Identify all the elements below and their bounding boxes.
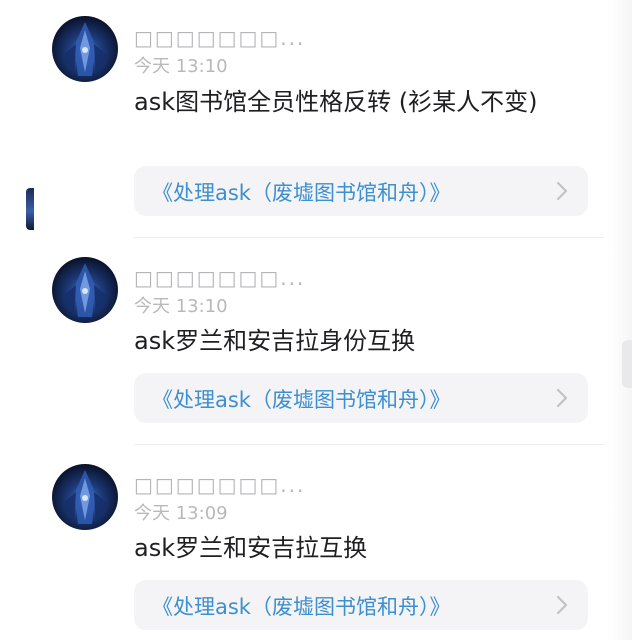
user-avatar[interactable] [52, 257, 118, 323]
user-avatar[interactable] [52, 464, 118, 530]
post-content: ask罗兰和安吉拉身份互换 [134, 327, 416, 355]
post-time: 今天 13:10 [134, 296, 228, 317]
post-content: ask罗兰和安吉拉互换 [134, 534, 368, 562]
left-edge-artifact [0, 150, 34, 230]
linked-work-card[interactable]: 《处理ask（废墟图书馆和舟）》 [134, 580, 588, 630]
post-divider [134, 237, 604, 238]
user-avatar[interactable] [52, 16, 118, 82]
username[interactable]: □□□□□□□... [134, 473, 305, 497]
post-time: 今天 13:09 [134, 503, 228, 524]
feed-page: □□□□□□□... 今天 13:10 ask图书馆全员性格反转 (衫某人不变)… [0, 0, 640, 640]
linked-work-card[interactable]: 《处理ask（废墟图书馆和舟）》 [134, 166, 588, 216]
linked-work-title: 《处理ask（废墟图书馆和舟）》 [152, 181, 451, 205]
linked-work-card[interactable]: 《处理ask（废墟图书馆和舟）》 [134, 373, 588, 423]
username[interactable]: □□□□□□□... [134, 26, 305, 50]
right-edge-notch [622, 340, 632, 388]
right-edge-artifact [610, 0, 632, 640]
post-content: ask图书馆全员性格反转 (衫某人不变) [134, 88, 538, 116]
partial-avatar-sliver [26, 188, 34, 230]
post-time: 今天 13:10 [134, 56, 228, 77]
username[interactable]: □□□□□□□... [134, 266, 305, 290]
linked-work-title: 《处理ask（废墟图书馆和舟）》 [152, 388, 451, 412]
post-divider [134, 444, 604, 445]
chevron-right-icon [556, 388, 568, 408]
chevron-right-icon [556, 181, 568, 201]
chevron-right-icon [556, 595, 568, 615]
linked-work-title: 《处理ask（废墟图书馆和舟）》 [152, 595, 451, 619]
